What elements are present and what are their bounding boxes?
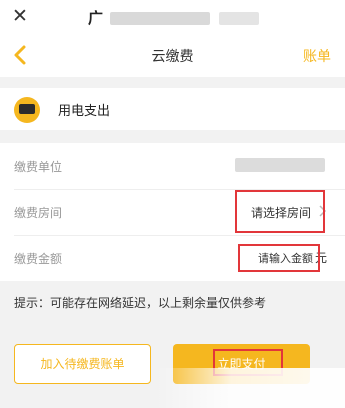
app-title-text: 广	[88, 9, 104, 27]
hint-text: 提示：可能存在网络延迟，以上剩余量仅供参考	[14, 296, 267, 310]
blurred-title-block-2	[219, 12, 260, 25]
amount-label: 缴费金额	[14, 252, 63, 266]
category-label: 用电支出	[58, 104, 111, 119]
bill-link[interactable]: 账单	[303, 46, 331, 66]
app-title: 广	[88, 7, 260, 27]
close-icon[interactable]: ✕	[10, 6, 30, 26]
highlight-box-room	[235, 190, 325, 233]
nav-bar: 云缴费 账单	[0, 33, 345, 77]
category-row: 用电支出	[0, 88, 345, 130]
highlight-box-pay	[213, 349, 283, 376]
top-bar: ✕ 广	[0, 0, 345, 33]
highlight-box-amount	[238, 244, 320, 272]
electricity-icon	[14, 97, 40, 123]
unit-row: 缴费单位	[0, 143, 345, 189]
unit-value-blurred	[235, 158, 325, 172]
unit-label: 缴费单位	[14, 160, 63, 174]
page-title: 云缴费	[151, 49, 194, 65]
add-bill-button[interactable]: 加入待缴费账单	[14, 344, 151, 384]
room-label: 缴费房间	[14, 206, 63, 220]
blurred-title-block	[110, 12, 211, 25]
